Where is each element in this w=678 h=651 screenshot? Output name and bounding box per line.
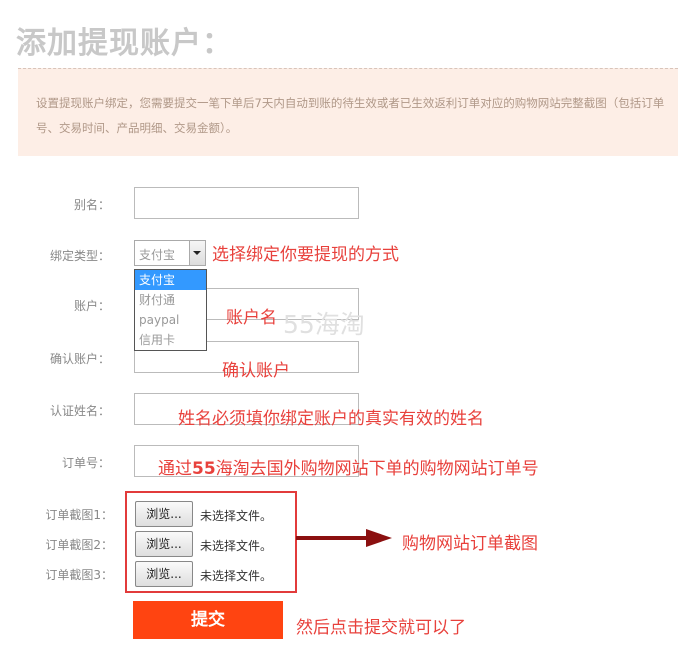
annotation-bind-type: 选择绑定你要提现的方式: [212, 245, 399, 265]
account-label: 账户：: [73, 299, 110, 313]
annotation-order-no-bold: 55: [192, 459, 216, 479]
notice-box: 设置提现账户绑定，您需要提交一笔下单后7天内自动到账的待生效或者已生效返利订单对…: [18, 68, 678, 156]
annotation-order-no-prefix: 通过: [158, 459, 192, 479]
browse-button-2[interactable]: 浏览...: [135, 531, 193, 557]
annotation-submit: 然后点击提交就可以了: [296, 618, 466, 638]
file-status-3: 未选择文件。: [200, 569, 273, 583]
annotation-order-no: 通过55海淘去国外购物网站下单的购物网站订单号: [158, 454, 539, 479]
screenshot-3-label: 订单截图3：: [45, 568, 113, 582]
arrow-right-icon: [296, 529, 392, 547]
option-tenpay[interactable]: 财付通: [135, 290, 206, 310]
screenshot-1-label: 订单截图1：: [45, 508, 113, 522]
bind-type-select[interactable]: 支付宝: [134, 240, 206, 266]
bind-type-dropdown: 支付宝 财付通 paypal 信用卡: [134, 269, 207, 351]
chevron-down-icon[interactable]: [189, 241, 205, 265]
file-status-1: 未选择文件。: [200, 509, 273, 523]
screenshot-2-label: 订单截图2：: [45, 538, 113, 552]
annotation-real-name: 姓名必须填你绑定账户的真实有效的姓名: [178, 409, 484, 429]
watermark: 55海淘: [283, 310, 365, 339]
browse-button-1[interactable]: 浏览...: [135, 501, 193, 527]
annotation-confirm-account: 确认账户: [222, 361, 290, 381]
annotation-account: 账户名: [226, 308, 277, 328]
alias-label: 别名：: [73, 198, 110, 212]
option-credit-card[interactable]: 信用卡: [135, 330, 206, 350]
order-no-label: 订单号：: [61, 456, 110, 470]
bind-type-label: 绑定类型：: [49, 249, 110, 263]
confirm-account-label: 确认账户：: [49, 352, 110, 366]
option-paypal[interactable]: paypal: [135, 310, 206, 330]
alias-input[interactable]: [134, 187, 359, 219]
file-status-2: 未选择文件。: [200, 539, 273, 553]
real-name-label: 认证姓名：: [49, 404, 110, 418]
page-title: 添加提现账户：: [16, 26, 233, 61]
browse-button-3[interactable]: 浏览...: [135, 561, 193, 587]
notice-text: 设置提现账户绑定，您需要提交一笔下单后7天内自动到账的待生效或者已生效返利订单对…: [36, 96, 665, 135]
submit-button[interactable]: 提交: [133, 601, 283, 639]
option-alipay[interactable]: 支付宝: [135, 270, 206, 290]
annotation-order-no-suffix: 海淘去国外购物网站下单的购物网站订单号: [215, 459, 539, 479]
annotation-screenshots: 购物网站订单截图: [402, 534, 538, 554]
bind-type-value: 支付宝: [139, 248, 176, 262]
